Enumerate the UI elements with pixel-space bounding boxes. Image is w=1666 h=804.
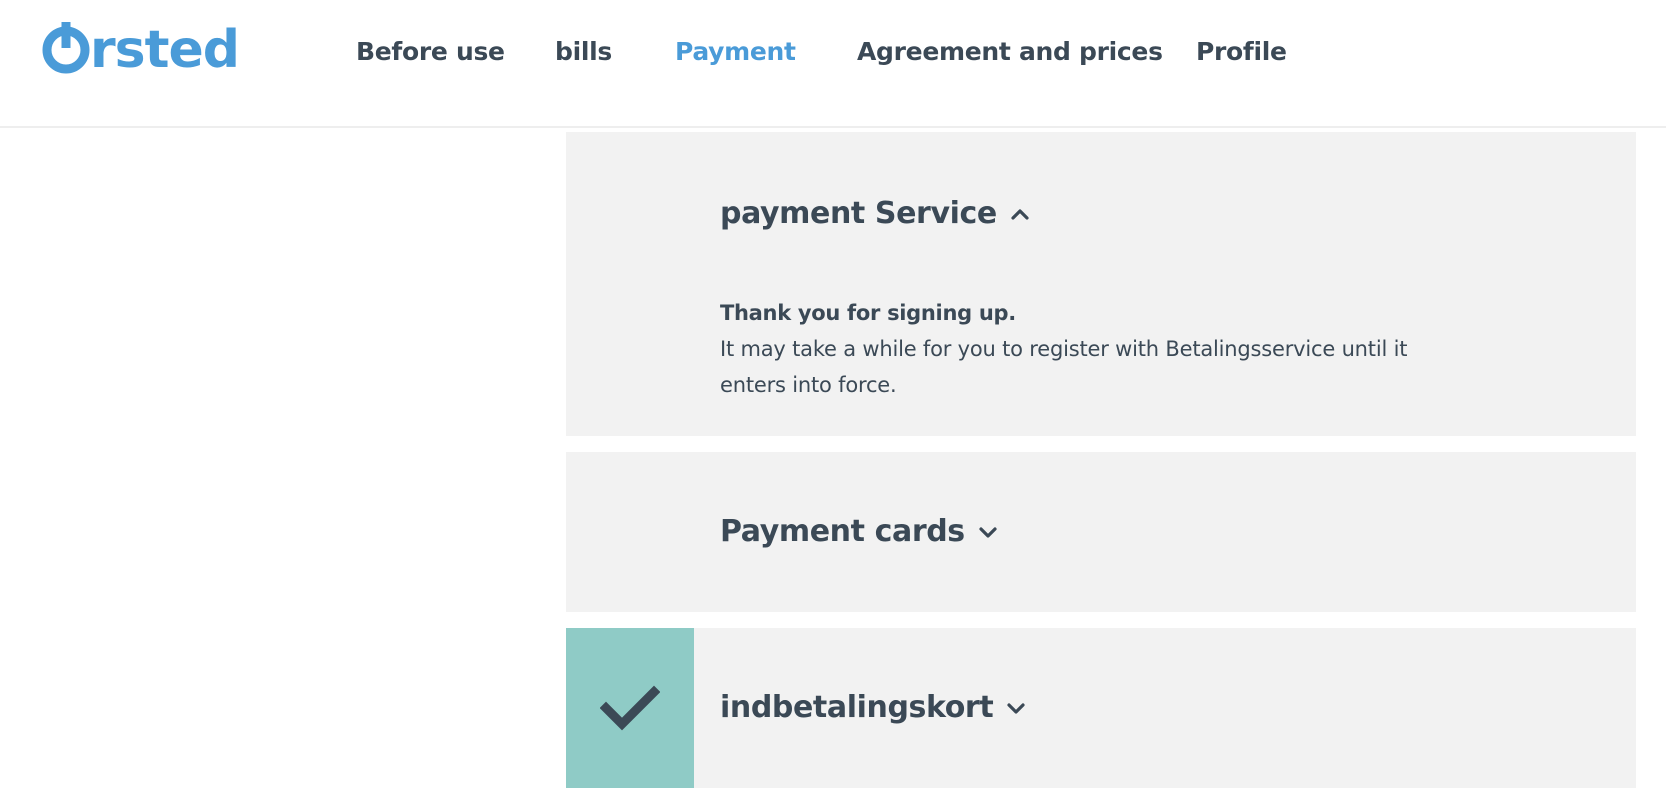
signup-confirmation-body: It may take a while for you to register … [720,337,1408,397]
panel-title: payment Service [720,196,997,231]
nav-item-agreement-and-prices[interactable]: Agreement and prices [857,32,1163,72]
chevron-down-icon [977,521,999,543]
payment-cards-toggle[interactable]: Payment cards [720,512,999,552]
payment-cards-panel: Payment cards [566,452,1636,612]
nav-item-before-use[interactable]: Before use [356,32,505,72]
payment-service-toggle[interactable]: payment Service [720,194,1031,234]
chevron-down-icon [1005,697,1027,719]
top-header: rsted Before use bills Payment Agreement… [0,0,1666,128]
chevron-up-icon [1009,203,1031,225]
indbetalingskort-panel: indbetalingskort [566,628,1636,788]
selected-indicator [566,628,694,788]
checkmark-icon [600,685,660,731]
nav-item-bills[interactable]: bills [555,32,612,72]
signup-confirmation-title: Thank you for signing up. [720,301,1016,325]
power-o-icon [42,22,90,74]
panel-title: Payment cards [720,514,965,549]
orsted-logo[interactable]: rsted [40,20,240,80]
payment-service-panel: payment Service Thank you for signing up… [566,132,1636,436]
logo-text: rsted [90,20,240,80]
panel-title: indbetalingskort [720,690,994,725]
indbetalingskort-toggle[interactable]: indbetalingskort [720,688,1027,728]
nav-item-payment[interactable]: Payment [675,32,796,72]
nav-item-profile[interactable]: Profile [1196,32,1287,72]
